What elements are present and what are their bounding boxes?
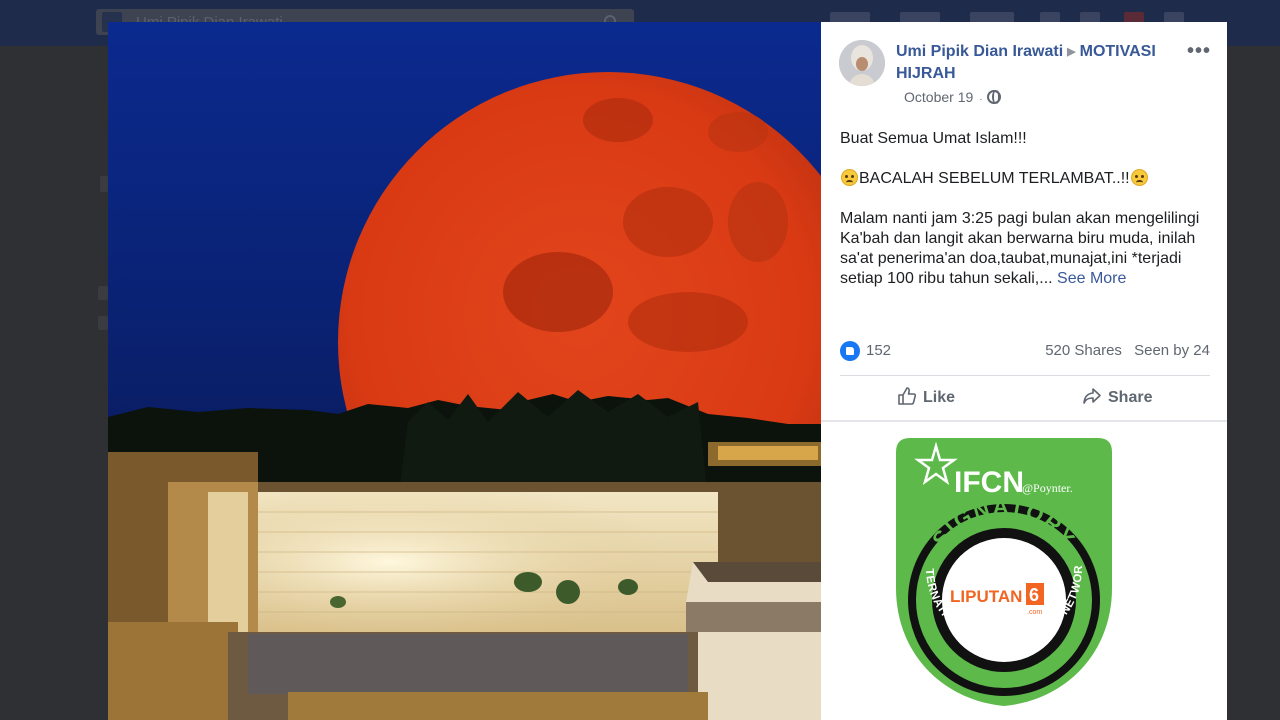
- post-meta: October 19 ·: [904, 89, 1001, 105]
- disappointed-face-icon: [1130, 169, 1148, 186]
- post-photo[interactable]: [108, 22, 821, 720]
- building-lights-glow: [718, 446, 818, 460]
- globe-icon[interactable]: [986, 90, 1001, 104]
- poynter-label: @Poynter.: [1022, 481, 1073, 495]
- more-options-icon[interactable]: •••: [1187, 40, 1211, 63]
- post-paragraph-2: BACALAH SEBELUM TERLAMBAT..!!: [840, 169, 1210, 189]
- like-label: Like: [923, 389, 956, 406]
- arrow-right-icon: ▶: [1067, 46, 1076, 58]
- post-date-link[interactable]: October 19: [904, 89, 973, 105]
- post-paragraph-3-text: Malam nanti jam 3:25 pagi bulan akan men…: [840, 210, 1200, 287]
- background-feed-left: [0, 46, 108, 720]
- plaza-crowd: [228, 632, 708, 720]
- liputan-domain: .com: [1027, 609, 1042, 616]
- post-paragraph-2-text: BACALAH SEBELUM TERLAMBAT..!!: [859, 170, 1130, 187]
- author-name-link[interactable]: Umi Pipik Dian Irawati: [896, 43, 1063, 60]
- divider: [840, 375, 1210, 376]
- background-feed-right: [1227, 46, 1280, 720]
- post-header: Umi Pipik Dian Irawati ▶ MOTIVASI HIJRAH: [896, 41, 1176, 84]
- share-button[interactable]: Share: [1082, 386, 1152, 412]
- like-button[interactable]: Like: [897, 386, 955, 412]
- ghost-text: [98, 316, 108, 330]
- seen-by-count[interactable]: Seen by 24: [1134, 342, 1210, 359]
- ifcn-signatory-badge: IFCN @Poynter. SIGNATORY INTERNATIONAL F…: [892, 429, 1112, 706]
- shares-count[interactable]: 520 Shares: [1045, 342, 1122, 359]
- liputan-number: 6: [1029, 585, 1039, 605]
- see-more-link[interactable]: See More: [1057, 270, 1126, 287]
- separator-dot: ·: [979, 94, 983, 105]
- ifcn-title: IFCN: [954, 466, 1024, 499]
- reaction-stats: 152 520 Shares Seen by 24: [840, 340, 1210, 362]
- disappointed-face-icon: [841, 169, 858, 186]
- ghost-text: [98, 286, 108, 300]
- post-paragraph-1: Buat Semua Umat Islam!!!: [840, 130, 1027, 147]
- ghost-text: [100, 176, 108, 192]
- section-separator: [821, 420, 1227, 422]
- post-paragraph-3: Malam nanti jam 3:25 pagi bulan akan men…: [840, 209, 1210, 289]
- share-arrow-icon: [1083, 388, 1101, 404]
- liputan-text: LIPUTAN: [950, 587, 1022, 606]
- thumbs-up-icon: [898, 387, 917, 405]
- avatar[interactable]: [839, 40, 885, 86]
- like-reaction-icon[interactable]: [840, 341, 860, 361]
- post-panel: Umi Pipik Dian Irawati ▶ MOTIVASI HIJRAH •…: [821, 22, 1227, 720]
- reaction-count[interactable]: 152: [866, 342, 891, 359]
- share-label: Share: [1108, 389, 1153, 406]
